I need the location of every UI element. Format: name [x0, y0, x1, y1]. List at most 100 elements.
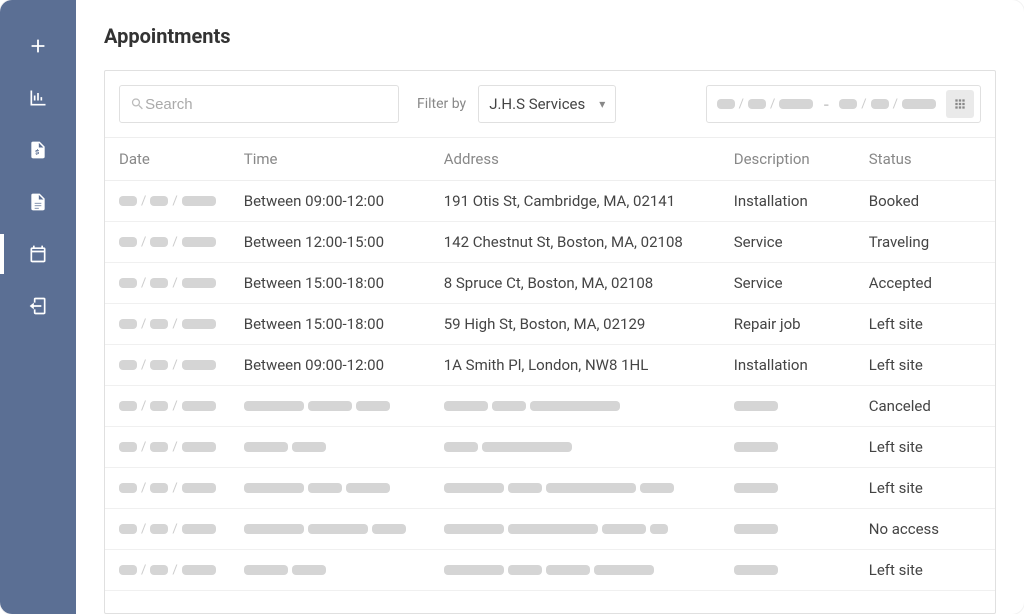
sidebar-invoices[interactable] [0, 124, 76, 176]
cell-status: Left site [855, 345, 995, 386]
cell-address [430, 468, 720, 509]
page-title: Appointments [104, 24, 996, 48]
table-row[interactable]: // Left site [105, 468, 995, 509]
sidebar-logout[interactable] [0, 280, 76, 332]
col-header-time[interactable]: Time [230, 138, 430, 181]
cell-time: Between 15:00-18:00 [230, 304, 430, 345]
sidebar [0, 0, 76, 614]
cell-date: // [105, 263, 230, 304]
cell-date: // [105, 468, 230, 509]
redacted-date: // [119, 233, 216, 251]
cell-date: // [105, 509, 230, 550]
redacted-text [444, 561, 706, 579]
table-row[interactable]: //Between 15:00-18:0059 High St, Boston,… [105, 304, 995, 345]
sidebar-analytics[interactable] [0, 72, 76, 124]
cell-time: Between 12:00-15:00 [230, 222, 430, 263]
redacted-text [734, 520, 841, 538]
table-row[interactable]: //Between 09:00-12:00191 Otis St, Cambri… [105, 181, 995, 222]
chevron-down-icon: ▾ [599, 97, 605, 111]
cell-status: Left site [855, 468, 995, 509]
cell-status: Accepted [855, 263, 995, 304]
cell-address [430, 550, 720, 591]
cell-time: Between 09:00-12:00 [230, 345, 430, 386]
cell-status: No access [855, 509, 995, 550]
date-range-from: // [717, 97, 814, 112]
cell-description [720, 550, 855, 591]
search-field-wrap[interactable] [119, 85, 399, 123]
appointments-panel: Filter by J.H.S Services ▾ // - // [104, 70, 996, 614]
cell-date: // [105, 427, 230, 468]
cell-time [230, 509, 430, 550]
cell-description [720, 427, 855, 468]
plus-icon [27, 35, 49, 57]
table-row[interactable]: //Left site [105, 427, 995, 468]
sidebar-appointments[interactable] [0, 228, 76, 280]
redacted-text [734, 397, 841, 415]
cell-address [430, 427, 720, 468]
table-row[interactable]: //Between 15:00-18:008 Spruce Ct, Boston… [105, 263, 995, 304]
cell-date: // [105, 222, 230, 263]
redacted-text [734, 438, 841, 456]
cell-time [230, 550, 430, 591]
cell-time [230, 386, 430, 427]
cell-status: Traveling [855, 222, 995, 263]
redacted-text [444, 520, 706, 538]
cell-address [430, 509, 720, 550]
filter-select[interactable]: J.H.S Services ▾ [478, 85, 616, 123]
redacted-text [444, 438, 706, 456]
redacted-date: // [119, 520, 216, 538]
col-header-date[interactable]: Date [105, 138, 230, 181]
table-row[interactable]: //Between 09:00-12:001A Smith Pl, London… [105, 345, 995, 386]
table-row[interactable]: // No access [105, 509, 995, 550]
redacted-text [244, 438, 416, 456]
cell-status: Canceled [855, 386, 995, 427]
search-input[interactable] [145, 96, 388, 113]
chart-icon [28, 88, 48, 108]
cell-status: Booked [855, 181, 995, 222]
redacted-date: // [119, 356, 216, 374]
date-range-separator: - [819, 95, 833, 114]
cell-status: Left site [855, 550, 995, 591]
calendar-icon [28, 244, 48, 264]
cell-description [720, 386, 855, 427]
redacted-text [244, 479, 416, 497]
col-header-address[interactable]: Address [430, 138, 720, 181]
redacted-text [444, 397, 706, 415]
appointments-table: Date Time Address Description Status //B… [105, 138, 995, 591]
redacted-date: // [119, 479, 216, 497]
date-picker-button[interactable] [946, 90, 974, 118]
toolbar: Filter by J.H.S Services ▾ // - // [105, 71, 995, 138]
redacted-text [244, 561, 416, 579]
cell-address [430, 386, 720, 427]
cell-time [230, 468, 430, 509]
cell-address: 8 Spruce Ct, Boston, MA, 02108 [430, 263, 720, 304]
cell-description: Service [720, 222, 855, 263]
cell-description [720, 509, 855, 550]
cell-date: // [105, 345, 230, 386]
cell-description: Installation [720, 345, 855, 386]
cell-description: Installation [720, 181, 855, 222]
cell-time: Between 15:00-18:00 [230, 263, 430, 304]
cell-address: 191 Otis St, Cambridge, MA, 02141 [430, 181, 720, 222]
cell-date: // [105, 181, 230, 222]
sidebar-documents[interactable] [0, 176, 76, 228]
date-range-picker[interactable]: // - // [706, 85, 981, 123]
cell-status: Left site [855, 304, 995, 345]
redacted-date: // [119, 192, 216, 210]
table-header-row: Date Time Address Description Status [105, 138, 995, 181]
cell-time [230, 427, 430, 468]
col-header-description[interactable]: Description [720, 138, 855, 181]
filter-by-label: Filter by [417, 96, 466, 112]
cell-description [720, 468, 855, 509]
cell-address: 59 High St, Boston, MA, 02129 [430, 304, 720, 345]
document-icon [28, 192, 48, 212]
sidebar-add-button[interactable] [0, 20, 76, 72]
table-row[interactable]: //Left site [105, 550, 995, 591]
filter-selected-value: J.H.S Services [489, 95, 585, 113]
redacted-text [734, 561, 841, 579]
col-header-status[interactable]: Status [855, 138, 995, 181]
redacted-date: // [119, 438, 216, 456]
table-row[interactable]: //Between 12:00-15:00142 Chestnut St, Bo… [105, 222, 995, 263]
logout-icon [28, 296, 48, 316]
table-row[interactable]: //Canceled [105, 386, 995, 427]
